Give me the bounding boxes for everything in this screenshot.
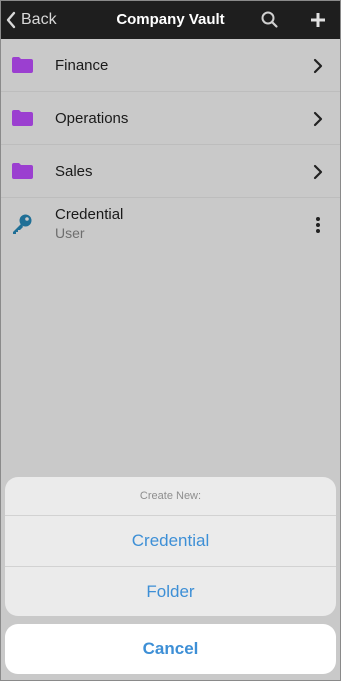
folder-row-finance[interactable]: Finance xyxy=(1,39,340,92)
more-vertical-icon[interactable] xyxy=(313,215,323,235)
folder-icon xyxy=(12,110,33,126)
folder-row-sales[interactable]: Sales xyxy=(1,145,340,198)
back-label: Back xyxy=(21,11,57,28)
credential-subtitle: User xyxy=(55,225,85,241)
chevron-right-icon xyxy=(313,58,323,74)
vault-item-list: Finance Operations Sales Credential User xyxy=(1,39,340,251)
credential-title: Credential xyxy=(55,206,124,223)
folder-label: Finance xyxy=(55,57,109,74)
create-new-action-sheet: Create New: Credential Folder xyxy=(5,477,336,616)
add-button[interactable] xyxy=(308,10,328,30)
search-button[interactable] xyxy=(260,10,280,30)
create-credential-option[interactable]: Credential xyxy=(5,516,336,567)
chevron-left-icon xyxy=(5,10,17,30)
back-button[interactable]: Back xyxy=(5,1,57,39)
credential-row[interactable]: Credential User xyxy=(1,198,340,251)
action-sheet-title: Create New: xyxy=(5,477,336,516)
folder-label: Operations xyxy=(55,110,129,127)
folder-icon xyxy=(12,57,33,73)
plus-icon xyxy=(308,13,328,34)
key-icon xyxy=(11,213,33,235)
cancel-button[interactable]: Cancel xyxy=(5,624,336,674)
create-folder-option[interactable]: Folder xyxy=(5,567,336,616)
navigation-bar: Back Company Vault xyxy=(1,1,340,39)
folder-row-operations[interactable]: Operations xyxy=(1,92,340,145)
chevron-right-icon xyxy=(313,111,323,127)
folder-label: Sales xyxy=(55,163,93,180)
chevron-right-icon xyxy=(313,164,323,180)
search-icon xyxy=(260,11,280,34)
screen: Back Company Vault Finance Operations Sa… xyxy=(0,0,341,681)
folder-icon xyxy=(12,163,33,179)
